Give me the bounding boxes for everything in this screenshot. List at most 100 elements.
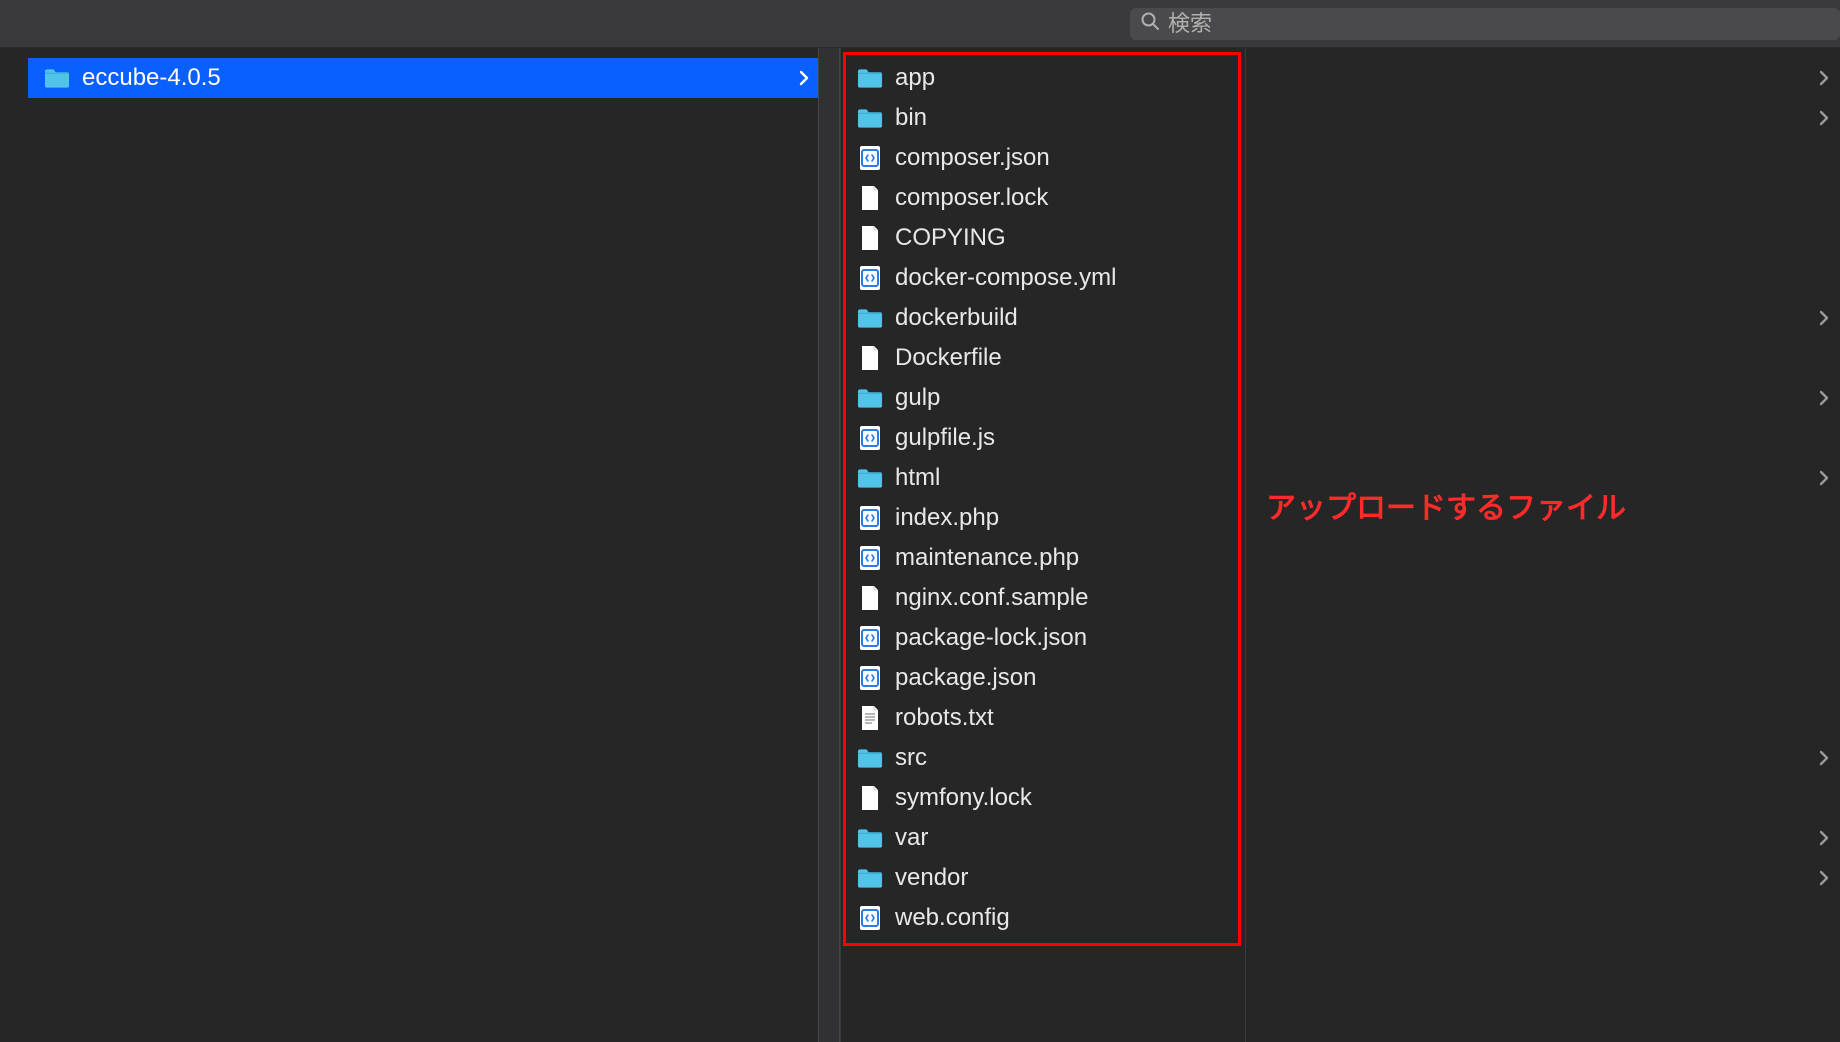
folder-row[interactable]: html <box>841 458 1245 498</box>
item-label: vendor <box>895 864 1237 892</box>
code-file-icon <box>855 905 885 931</box>
chevron-slot <box>1818 58 1830 98</box>
item-label: gulp <box>895 384 1237 412</box>
chevron-slot <box>1818 98 1830 138</box>
chevron-slot <box>1818 418 1830 458</box>
item-label: COPYING <box>895 224 1237 252</box>
column-3-chevrons <box>1818 58 1830 938</box>
folder-row[interactable]: dockerbuild <box>841 298 1245 338</box>
code-file-icon <box>855 145 885 171</box>
file-row[interactable]: Dockerfile <box>841 338 1245 378</box>
blank-file-icon <box>855 185 885 211</box>
search-input[interactable] <box>1160 11 1830 37</box>
annotation-caption: アップロードするファイル <box>1266 483 1626 527</box>
file-row[interactable]: COPYING <box>841 218 1245 258</box>
file-row[interactable]: package.json <box>841 658 1245 698</box>
folder-row[interactable]: vendor <box>841 858 1245 898</box>
code-file-icon <box>855 265 885 291</box>
search-icon <box>1140 11 1160 36</box>
chevron-slot <box>1818 738 1830 778</box>
folder-icon <box>855 467 885 489</box>
folder-icon <box>855 107 885 129</box>
item-label: index.php <box>895 504 1237 532</box>
folder-icon <box>42 67 72 89</box>
column-3: アップロードするファイル <box>1245 48 1840 1042</box>
chevron-slot <box>1818 538 1830 578</box>
chevron-slot <box>1818 778 1830 818</box>
code-file-icon <box>855 505 885 531</box>
folder-row[interactable]: src <box>841 738 1245 778</box>
item-label: composer.json <box>895 144 1237 172</box>
file-row[interactable]: composer.json <box>841 138 1245 178</box>
chevron-slot <box>1818 338 1830 378</box>
folder-icon <box>855 307 885 329</box>
item-label: robots.txt <box>895 704 1237 732</box>
chevron-slot <box>1818 498 1830 538</box>
folder-row[interactable]: bin <box>841 98 1245 138</box>
chevron-slot <box>1818 658 1830 698</box>
folder-icon <box>855 747 885 769</box>
item-label: eccube-4.0.5 <box>82 64 798 92</box>
chevron-right-icon <box>1818 70 1830 86</box>
file-row[interactable]: composer.lock <box>841 178 1245 218</box>
blank-file-icon <box>855 345 885 371</box>
folder-row[interactable]: eccube-4.0.5 <box>28 58 818 98</box>
folder-icon <box>855 387 885 409</box>
item-label: docker-compose.yml <box>895 264 1237 292</box>
folder-icon <box>855 867 885 889</box>
file-row[interactable]: nginx.conf.sample <box>841 578 1245 618</box>
chevron-slot <box>1818 898 1830 938</box>
item-label: html <box>895 464 1237 492</box>
file-row[interactable]: symfony.lock <box>841 778 1245 818</box>
column-1: eccube-4.0.5 <box>28 48 818 1042</box>
chevron-right-icon <box>1818 110 1830 126</box>
file-row[interactable]: gulpfile.js <box>841 418 1245 458</box>
file-row[interactable]: web.config <box>841 898 1245 938</box>
chevron-slot <box>1818 698 1830 738</box>
item-label: var <box>895 824 1237 852</box>
chevron-slot <box>1818 378 1830 418</box>
left-gutter <box>0 48 28 1042</box>
chevron-slot <box>1818 258 1830 298</box>
folder-icon <box>855 67 885 89</box>
item-label: maintenance.php <box>895 544 1237 572</box>
column-divider[interactable] <box>818 48 840 1042</box>
item-label: package-lock.json <box>895 624 1237 652</box>
folder-row[interactable]: app <box>841 58 1245 98</box>
chevron-slot <box>1818 458 1830 498</box>
file-row[interactable]: robots.txt <box>841 698 1245 738</box>
file-row[interactable]: docker-compose.yml <box>841 258 1245 298</box>
chevron-right-icon <box>1818 750 1830 766</box>
blank-file-icon <box>855 785 885 811</box>
code-file-icon <box>855 545 885 571</box>
file-row[interactable]: maintenance.php <box>841 538 1245 578</box>
item-label: src <box>895 744 1237 772</box>
item-label: package.json <box>895 664 1237 692</box>
code-file-icon <box>855 625 885 651</box>
chevron-right-icon <box>1818 390 1830 406</box>
blank-file-icon <box>855 225 885 251</box>
file-row[interactable]: package-lock.json <box>841 618 1245 658</box>
window-toolbar <box>0 0 1840 48</box>
column-2: app bin composer.json composer.lock COPYING d… <box>840 48 1245 1042</box>
chevron-slot <box>1818 618 1830 658</box>
code-file-icon <box>855 665 885 691</box>
chevron-right-icon <box>1818 830 1830 846</box>
file-row[interactable]: index.php <box>841 498 1245 538</box>
item-label: bin <box>895 104 1237 132</box>
item-label: nginx.conf.sample <box>895 584 1237 612</box>
item-label: dockerbuild <box>895 304 1237 332</box>
chevron-right-icon <box>1818 870 1830 886</box>
chevron-slot <box>1818 818 1830 858</box>
folder-row[interactable]: var <box>841 818 1245 858</box>
folder-row[interactable]: gulp <box>841 378 1245 418</box>
chevron-right-icon <box>1818 470 1830 486</box>
item-label: web.config <box>895 904 1237 932</box>
chevron-slot <box>1818 298 1830 338</box>
code-file-icon <box>855 425 885 451</box>
chevron-slot <box>1818 138 1830 178</box>
search-field[interactable] <box>1130 8 1840 40</box>
item-label: app <box>895 64 1237 92</box>
chevron-slot <box>1818 178 1830 218</box>
chevron-slot <box>1818 578 1830 618</box>
